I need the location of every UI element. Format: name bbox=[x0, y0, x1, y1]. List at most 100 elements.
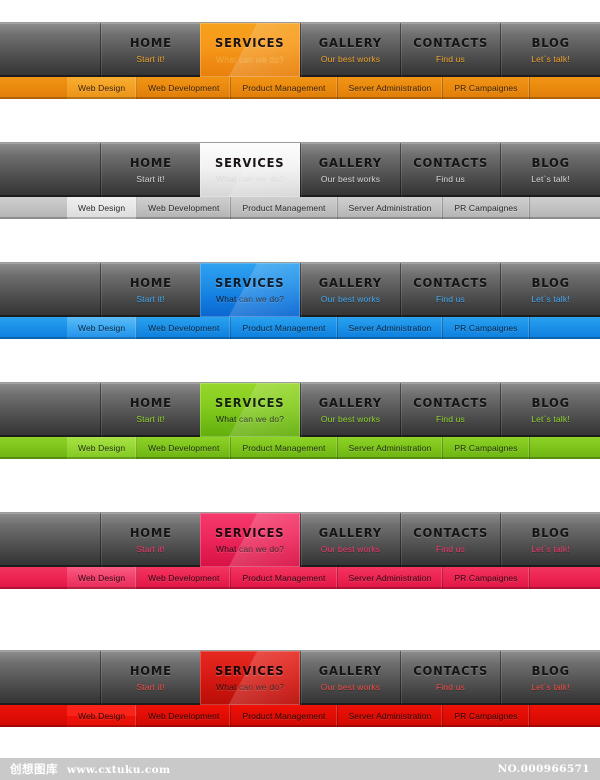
submenu-item-pr-campaignes[interactable]: PR Campaignes bbox=[443, 197, 530, 219]
submenu-item-web-design[interactable]: Web Design bbox=[67, 317, 138, 339]
submenu-item-web-development[interactable]: Web Development bbox=[137, 705, 232, 727]
active-tab-gloss bbox=[200, 23, 300, 77]
menu-item-blog[interactable]: BLOG Let`s talk! bbox=[500, 143, 600, 197]
submenu-fill bbox=[530, 77, 600, 99]
submenu-item-web-development[interactable]: Web Development bbox=[137, 77, 232, 99]
menu-item-subtitle: What can we do? bbox=[216, 681, 284, 692]
submenu-item-pr-campaignes[interactable]: PR Campaignes bbox=[443, 317, 530, 339]
menu-item-title: HOME bbox=[129, 525, 172, 540]
menu-item-subtitle: Find us bbox=[436, 543, 465, 554]
menu-item-title: CONTACTS bbox=[413, 395, 488, 410]
submenu-item-server-administration[interactable]: Server Administration bbox=[338, 197, 444, 219]
active-tab-gloss bbox=[200, 513, 300, 567]
active-tab-frame bbox=[200, 23, 300, 77]
menu-item-home[interactable]: HOME Start it! bbox=[100, 651, 200, 705]
menu-item-contacts[interactable]: CONTACTS Find us bbox=[400, 513, 500, 567]
menu-item-home[interactable]: HOME Start it! bbox=[100, 383, 200, 437]
menu-item-title: BLOG bbox=[531, 525, 570, 540]
menu-item-subtitle: Our best works bbox=[320, 413, 381, 424]
menu-item-blog[interactable]: BLOG Let`s talk! bbox=[500, 383, 600, 437]
submenu-item-label: Server Administration bbox=[348, 323, 432, 333]
submenu-item-product-management[interactable]: Product Management bbox=[231, 437, 338, 459]
menu-item-subtitle: Let`s talk! bbox=[531, 53, 570, 64]
submenu-item-pr-campaignes[interactable]: PR Campaignes bbox=[443, 437, 530, 459]
submenu-item-product-management[interactable]: Product Management bbox=[231, 197, 338, 219]
menu-item-gallery[interactable]: GALLERY Our best works bbox=[300, 383, 400, 437]
menu-item-gallery[interactable]: GALLERY Our best works bbox=[300, 651, 400, 705]
submenu-left-spacer bbox=[0, 705, 67, 727]
submenu-item-web-design[interactable]: Web Design bbox=[67, 197, 138, 219]
menu-item-services[interactable]: SERVICES What can we do? bbox=[200, 383, 300, 437]
submenu-item-label: Server Administration bbox=[348, 83, 432, 93]
submenu-item-label: Web Development bbox=[148, 443, 220, 453]
menu-item-gallery[interactable]: GALLERY Our best works bbox=[300, 143, 400, 197]
submenu-bar: Web Design Web Development Product Managem… bbox=[0, 197, 600, 219]
submenu-item-label: Web Development bbox=[148, 711, 220, 721]
menu-item-blog[interactable]: BLOG Let`s talk! bbox=[500, 651, 600, 705]
menu-item-subtitle: What can we do? bbox=[216, 173, 284, 184]
submenu-item-web-design[interactable]: Web Design bbox=[67, 705, 138, 727]
submenu-item-label: Web Design bbox=[78, 711, 126, 721]
menu-item-title: BLOG bbox=[531, 155, 570, 170]
submenu-item-server-administration[interactable]: Server Administration bbox=[338, 567, 444, 589]
submenu-item-product-management[interactable]: Product Management bbox=[231, 77, 338, 99]
submenu-item-label: Web Design bbox=[78, 323, 126, 333]
submenu-item-label: Web Design bbox=[78, 573, 126, 583]
main-menu-bar: HOME Start it! SERVICES What can we do? GALL… bbox=[0, 650, 600, 705]
menu-item-services[interactable]: SERVICES What can we do? bbox=[200, 651, 300, 705]
menu-item-subtitle: Start it! bbox=[136, 681, 165, 692]
menu-item-gallery[interactable]: GALLERY Our best works bbox=[300, 23, 400, 77]
submenu-item-web-development[interactable]: Web Development bbox=[137, 437, 232, 459]
submenu-item-web-design[interactable]: Web Design bbox=[67, 437, 138, 459]
menu-item-title: BLOG bbox=[531, 663, 570, 678]
menu-item-home[interactable]: HOME Start it! bbox=[100, 263, 200, 317]
menu-item-blog[interactable]: BLOG Let`s talk! bbox=[500, 263, 600, 317]
menu-item-contacts[interactable]: CONTACTS Find us bbox=[400, 383, 500, 437]
submenu-item-web-design[interactable]: Web Design bbox=[67, 77, 138, 99]
menu-item-contacts[interactable]: CONTACTS Find us bbox=[400, 263, 500, 317]
submenu-item-pr-campaignes[interactable]: PR Campaignes bbox=[443, 705, 530, 727]
submenu-item-server-administration[interactable]: Server Administration bbox=[338, 77, 444, 99]
menu-item-services[interactable]: SERVICES What can we do? bbox=[200, 263, 300, 317]
submenu-item-product-management[interactable]: Product Management bbox=[231, 705, 338, 727]
menu-item-home[interactable]: HOME Start it! bbox=[100, 23, 200, 77]
menu-item-title: HOME bbox=[129, 155, 172, 170]
submenu-item-web-development[interactable]: Web Development bbox=[137, 567, 232, 589]
submenu-item-product-management[interactable]: Product Management bbox=[231, 567, 338, 589]
submenu-item-pr-campaignes[interactable]: PR Campaignes bbox=[443, 567, 530, 589]
menu-item-contacts[interactable]: CONTACTS Find us bbox=[400, 143, 500, 197]
submenu-item-product-management[interactable]: Product Management bbox=[231, 317, 338, 339]
submenu-item-server-administration[interactable]: Server Administration bbox=[338, 317, 444, 339]
menu-item-title: HOME bbox=[129, 35, 172, 50]
menu-item-subtitle: What can we do? bbox=[216, 543, 284, 554]
menu-item-title: CONTACTS bbox=[413, 155, 488, 170]
submenu-item-pr-campaignes[interactable]: PR Campaignes bbox=[443, 77, 530, 99]
menu-item-title: SERVICES bbox=[215, 155, 285, 170]
menu-item-title: BLOG bbox=[531, 35, 570, 50]
submenu-item-label: PR Campaignes bbox=[454, 711, 518, 721]
menu-item-gallery[interactable]: GALLERY Our best works bbox=[300, 263, 400, 317]
menu-item-home[interactable]: HOME Start it! bbox=[100, 513, 200, 567]
menu-item-subtitle: Our best works bbox=[320, 293, 381, 304]
submenu-item-web-development[interactable]: Web Development bbox=[137, 317, 232, 339]
menu-item-subtitle: Start it! bbox=[136, 53, 165, 64]
submenu-bar: Web Design Web Development Product Managem… bbox=[0, 317, 600, 339]
menu-item-contacts[interactable]: CONTACTS Find us bbox=[400, 23, 500, 77]
menu-item-services[interactable]: SERVICES What can we do? bbox=[200, 513, 300, 567]
submenu-item-label: Web Development bbox=[148, 83, 220, 93]
menu-item-blog[interactable]: BLOG Let`s talk! bbox=[500, 513, 600, 567]
menu-item-blog[interactable]: BLOG Let`s talk! bbox=[500, 23, 600, 77]
menu-item-services[interactable]: SERVICES What can we do? bbox=[200, 23, 300, 77]
menu-item-services[interactable]: SERVICES What can we do? bbox=[200, 143, 300, 197]
submenu-item-server-administration[interactable]: Server Administration bbox=[338, 705, 444, 727]
menu-item-title: CONTACTS bbox=[413, 35, 488, 50]
submenu-item-server-administration[interactable]: Server Administration bbox=[338, 437, 444, 459]
footer-url: www.cxtuku.com bbox=[67, 764, 171, 776]
submenu-left-spacer bbox=[0, 77, 67, 99]
submenu-item-web-design[interactable]: Web Design bbox=[67, 567, 138, 589]
submenu-item-web-development[interactable]: Web Development bbox=[137, 197, 232, 219]
menu-item-contacts[interactable]: CONTACTS Find us bbox=[400, 651, 500, 705]
submenu-item-label: Web Development bbox=[148, 573, 220, 583]
menu-item-home[interactable]: HOME Start it! bbox=[100, 143, 200, 197]
menu-item-gallery[interactable]: GALLERY Our best works bbox=[300, 513, 400, 567]
